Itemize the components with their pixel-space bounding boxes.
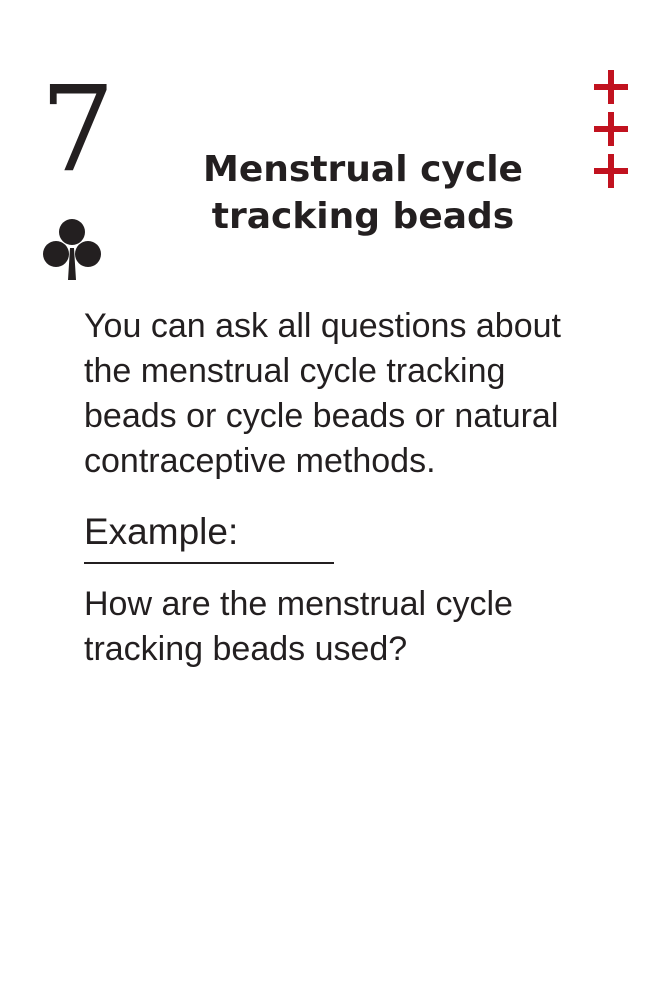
plus-icon — [594, 112, 628, 146]
card-description: You can ask all questions about the mens… — [84, 307, 561, 480]
card-title: Menstrual cycle tracking beads — [203, 149, 523, 237]
plus-icon — [594, 154, 628, 188]
corner-marks — [594, 70, 628, 190]
plus-icon — [594, 70, 628, 104]
club-icon — [43, 219, 101, 280]
question-card: 7 Menstrual cycle tracking beads You can… — [0, 0, 650, 1004]
example-heading: Example: — [84, 510, 334, 564]
example-text: How are the menstrual cycle tracking bea… — [84, 585, 513, 668]
card-rank: 7 — [40, 60, 116, 198]
